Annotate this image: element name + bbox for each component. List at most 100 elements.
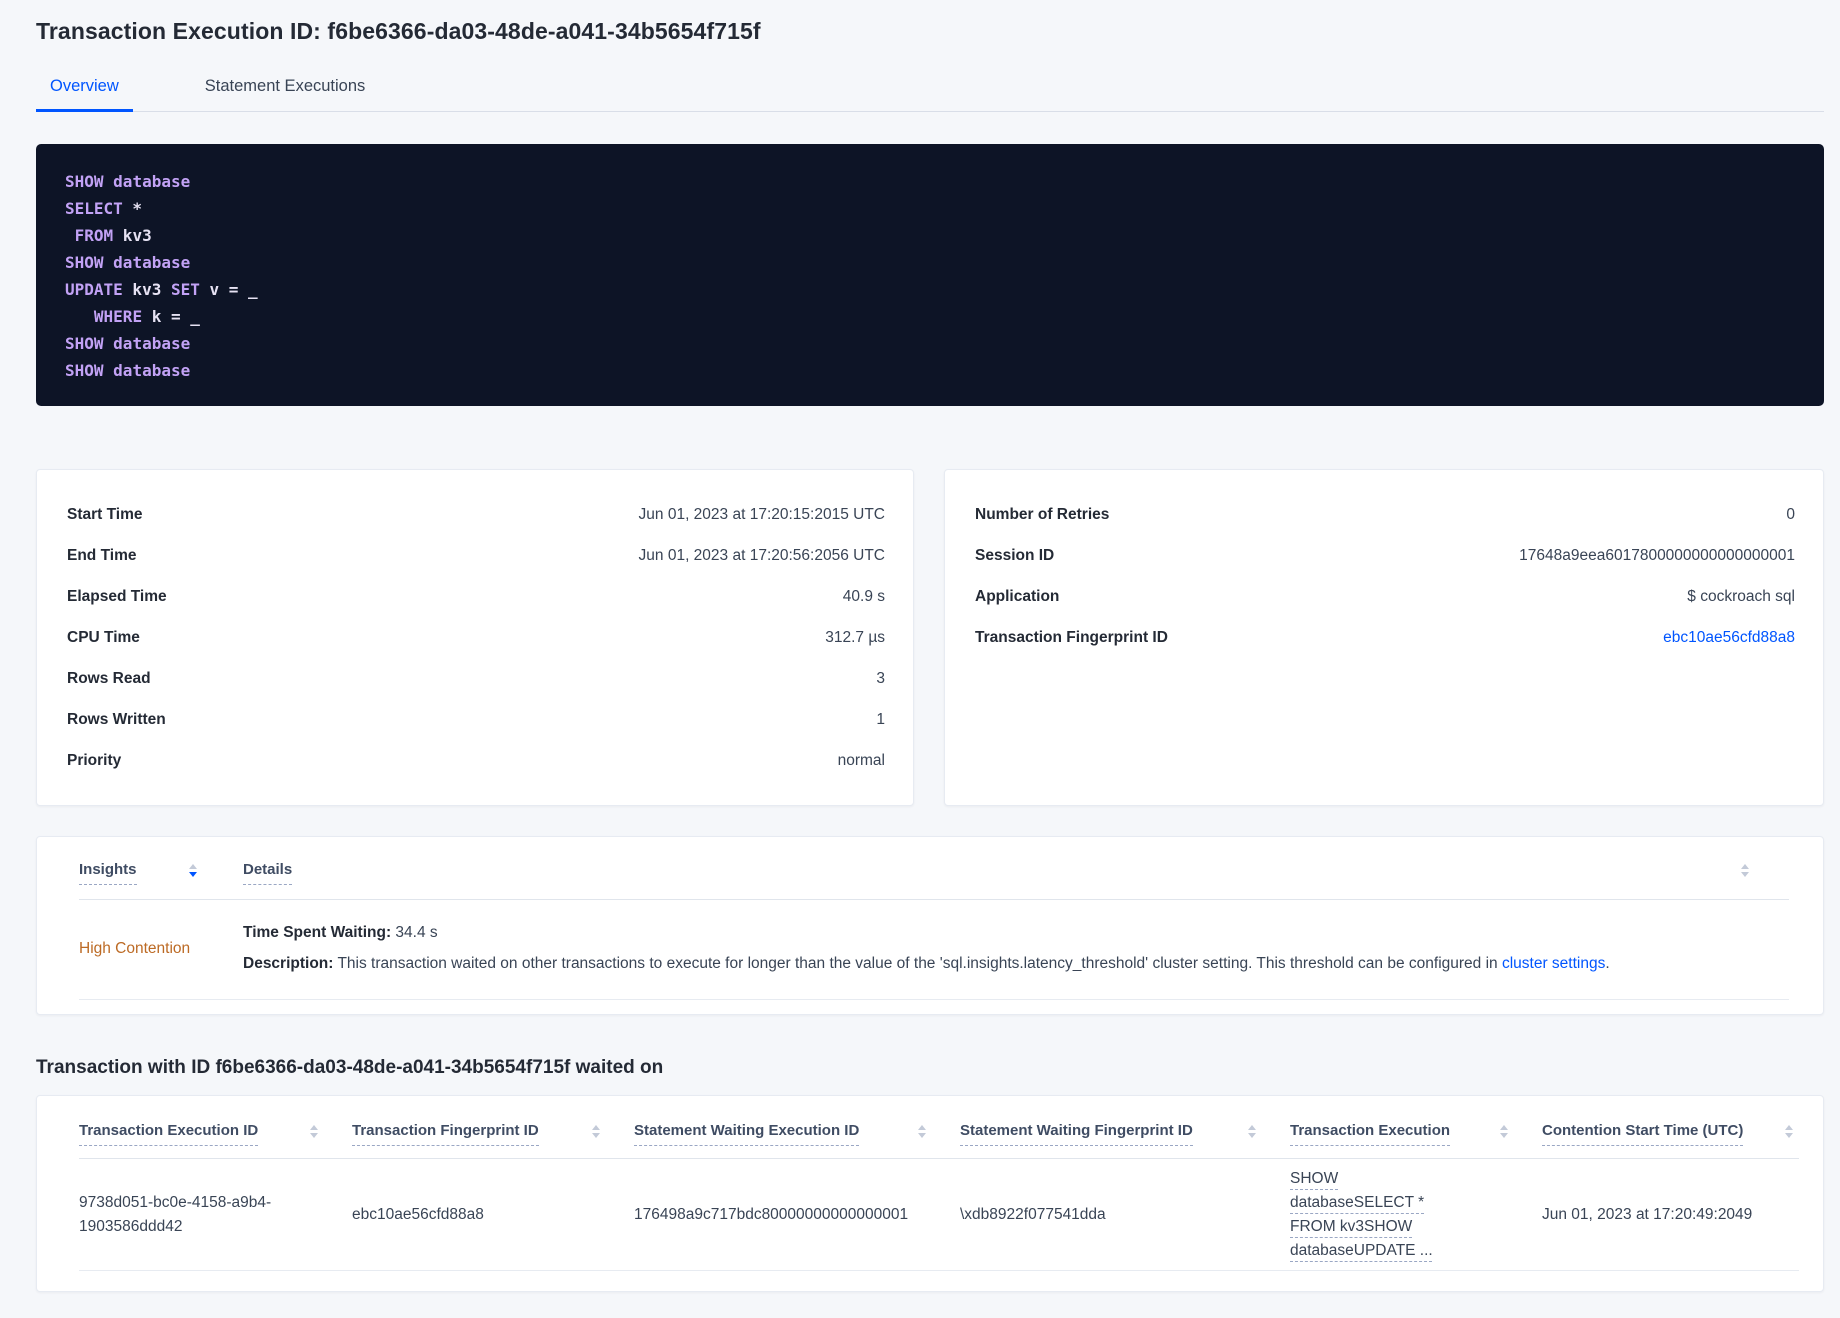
start-time-value: Jun 01, 2023 at 17:20:15:2015 UTC bbox=[638, 505, 885, 523]
info-row-application: Application $ cockroach sql bbox=[975, 576, 1795, 617]
th-transaction-fingerprint-id: Transaction Fingerprint ID bbox=[352, 1122, 634, 1146]
sort-down-icon bbox=[1248, 1133, 1256, 1138]
cpu-time-label: CPU Time bbox=[67, 628, 140, 646]
th-statement-waiting-execution-id: Statement Waiting Execution ID bbox=[634, 1122, 960, 1146]
summary-cards-row: Start Time Jun 01, 2023 at 17:20:15:2015… bbox=[36, 469, 1824, 806]
sql-token: SHOW bbox=[65, 334, 104, 353]
sql-token: k = _ bbox=[142, 307, 200, 326]
sort-icon[interactable] bbox=[1248, 1125, 1256, 1138]
cell-transaction-execution: SHOW databaseSELECT * FROM kv3SHOW datab… bbox=[1290, 1167, 1542, 1263]
sql-token: database bbox=[113, 334, 191, 353]
priority-label: Priority bbox=[67, 751, 122, 769]
sort-down-icon bbox=[188, 872, 197, 877]
sql-token: kv3 bbox=[113, 226, 152, 245]
th-statement-waiting-fingerprint-id-label[interactable]: Statement Waiting Fingerprint ID bbox=[960, 1122, 1193, 1146]
sql-token: v = _ bbox=[199, 280, 258, 299]
sql-line: SHOW database bbox=[65, 357, 1796, 384]
cell-transaction-fingerprint-id: ebc10ae56cfd88a8 bbox=[352, 1203, 634, 1227]
sort-icon[interactable] bbox=[1500, 1125, 1508, 1138]
sort-icon[interactable] bbox=[310, 1125, 318, 1138]
details-column-label[interactable]: Details bbox=[243, 861, 293, 885]
sql-line: SHOW database bbox=[65, 168, 1796, 195]
waited-on-table-row: 9738d051-bc0e-4158-a9b4-1903586ddd42 ebc… bbox=[79, 1159, 1799, 1271]
sort-up-icon bbox=[1785, 1125, 1793, 1130]
cell-statement-waiting-fingerprint-id: \xdb8922f077541dda bbox=[960, 1203, 1290, 1227]
sql-token: UPDATE bbox=[65, 280, 123, 299]
waited-on-section-title: Transaction with ID f6be6366-da03-48de-a… bbox=[36, 1057, 664, 1078]
retries-value: 0 bbox=[1786, 505, 1795, 523]
sort-icon[interactable] bbox=[592, 1125, 600, 1138]
th-statement-waiting-execution-id-label[interactable]: Statement Waiting Execution ID bbox=[634, 1122, 860, 1146]
th-contention-start-time-label[interactable]: Contention Start Time (UTC) bbox=[1542, 1122, 1744, 1146]
sql-token: SHOW bbox=[65, 253, 104, 272]
start-time-label: Start Time bbox=[67, 505, 143, 523]
info-row-session-id: Session ID 17648a9eea6017800000000000000… bbox=[975, 535, 1795, 576]
sort-up-icon bbox=[188, 864, 197, 869]
sort-up-icon bbox=[1248, 1125, 1256, 1130]
sort-icon[interactable] bbox=[188, 864, 197, 877]
waited-on-table-card: Transaction Execution ID Transaction Fin… bbox=[36, 1095, 1824, 1292]
transaction-execution-link[interactable]: SHOW databaseSELECT * FROM kv3SHOW datab… bbox=[1290, 1167, 1462, 1263]
sql-line: UPDATE kv3 SET v = _ bbox=[65, 276, 1796, 303]
sort-up-icon bbox=[310, 1125, 318, 1130]
application-label: Application bbox=[975, 587, 1060, 605]
info-row-txn-fingerprint: Transaction Fingerprint ID ebc10ae56cfd8… bbox=[975, 617, 1795, 658]
cell-transaction-execution-id: 9738d051-bc0e-4158-a9b4-1903586ddd42 bbox=[79, 1191, 352, 1239]
info-row-cpu-time: CPU Time 312.7 µs bbox=[67, 617, 885, 658]
cluster-settings-link[interactable]: cluster settings bbox=[1502, 955, 1605, 972]
session-id-value: 17648a9eea6017800000000000000001 bbox=[1519, 546, 1795, 564]
contention-start-time-value: Jun 01, 2023 at 17:20:49:2049 bbox=[1542, 1205, 1753, 1223]
sql-line: FROM kv3 bbox=[65, 222, 1796, 249]
insight-row: High Contention Time Spent Waiting: 34.4… bbox=[79, 900, 1789, 1000]
end-time-label: End Time bbox=[67, 546, 137, 564]
cpu-time-value: 312.7 µs bbox=[825, 628, 885, 646]
sql-token: FROM bbox=[74, 226, 114, 245]
sql-token: database bbox=[113, 172, 191, 191]
th-transaction-execution-label[interactable]: Transaction Execution bbox=[1290, 1122, 1451, 1146]
insight-details-cell: Time Spent Waiting: 34.4 s Description: … bbox=[243, 921, 1610, 976]
sort-up-icon bbox=[1741, 864, 1749, 869]
tab-overview[interactable]: Overview bbox=[36, 69, 133, 112]
th-transaction-fingerprint-id-label[interactable]: Transaction Fingerprint ID bbox=[352, 1122, 539, 1146]
tab-statement-executions[interactable]: Statement Executions bbox=[191, 69, 380, 111]
sql-line: WHERE k = _ bbox=[65, 303, 1796, 330]
th-transaction-execution-id-label[interactable]: Transaction Execution ID bbox=[79, 1122, 259, 1146]
sort-icon[interactable] bbox=[918, 1125, 926, 1138]
retries-label: Number of Retries bbox=[975, 505, 1110, 523]
cell-contention-start-time: Jun 01, 2023 at 17:20:49:2049 bbox=[1542, 1203, 1799, 1227]
rows-written-label: Rows Written bbox=[67, 710, 166, 728]
th-transaction-execution-id: Transaction Execution ID bbox=[79, 1122, 352, 1146]
txn-fingerprint-link[interactable]: ebc10ae56cfd88a8 bbox=[1663, 629, 1795, 647]
sql-token: * bbox=[122, 199, 143, 218]
insights-column-label[interactable]: Insights bbox=[79, 861, 137, 885]
sort-down-icon bbox=[310, 1133, 318, 1138]
elapsed-time-label: Elapsed Time bbox=[67, 587, 167, 605]
transaction-fingerprint-id-value: ebc10ae56cfd88a8 bbox=[352, 1205, 484, 1223]
execution-stats-card: Start Time Jun 01, 2023 at 17:20:15:2015… bbox=[36, 469, 914, 806]
info-row-retries: Number of Retries 0 bbox=[975, 494, 1795, 535]
rows-read-value: 3 bbox=[876, 669, 885, 687]
end-time-value: Jun 01, 2023 at 17:20:56:2056 UTC bbox=[638, 546, 885, 564]
th-contention-start-time: Contention Start Time (UTC) bbox=[1542, 1122, 1799, 1146]
sort-down-icon bbox=[592, 1133, 600, 1138]
info-row-priority: Priority normal bbox=[67, 740, 885, 781]
sql-token: SELECT bbox=[65, 199, 123, 218]
th-statement-waiting-fingerprint-id: Statement Waiting Fingerprint ID bbox=[960, 1122, 1290, 1146]
sort-down-icon bbox=[1500, 1133, 1508, 1138]
sql-token: kv3 bbox=[122, 280, 171, 299]
sort-icon[interactable] bbox=[1741, 864, 1749, 877]
insights-column-header: Insights bbox=[79, 861, 243, 885]
sort-down-icon bbox=[1785, 1133, 1793, 1138]
waited-on-table-header: Transaction Execution ID Transaction Fin… bbox=[79, 1122, 1799, 1159]
sql-line: SHOW database bbox=[65, 249, 1796, 276]
high-contention-badge: High Contention bbox=[79, 939, 191, 957]
info-row-start-time: Start Time Jun 01, 2023 at 17:20:15:2015… bbox=[67, 494, 885, 535]
sort-icon[interactable] bbox=[1785, 1125, 1793, 1138]
sql-token: database bbox=[113, 253, 191, 272]
description-line: Description: This transaction waited on … bbox=[243, 952, 1610, 976]
